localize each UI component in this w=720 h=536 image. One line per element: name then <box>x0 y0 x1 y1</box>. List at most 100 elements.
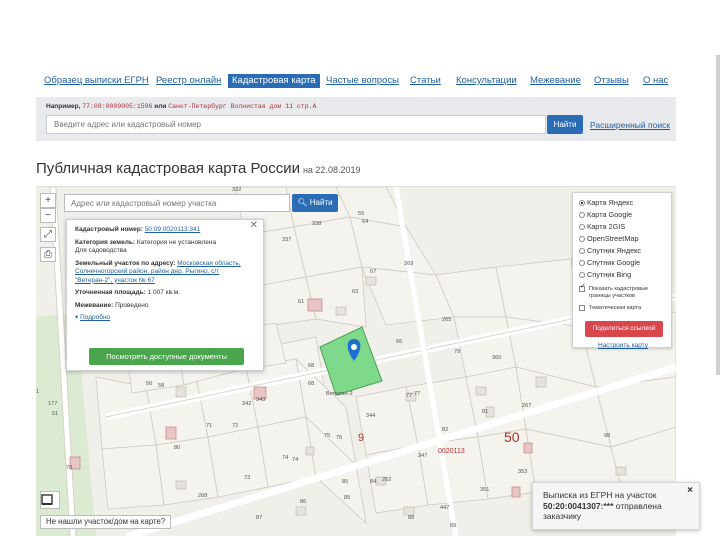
zoom-in-button[interactable]: + <box>40 193 56 208</box>
area-row: Уточненная площадь: 1 007 кв.м. <box>75 289 181 296</box>
svg-text:447: 447 <box>440 505 449 511</box>
svg-text:269: 269 <box>404 261 413 267</box>
svg-text:74: 74 <box>292 457 298 463</box>
svg-text:56: 56 <box>146 381 152 387</box>
svg-text:Ветеран-2: Ветеран-2 <box>326 391 353 397</box>
svg-text:1: 1 <box>36 389 39 395</box>
svg-text:81: 81 <box>482 409 488 415</box>
svg-text:98: 98 <box>604 433 610 439</box>
svg-text:265: 265 <box>442 317 451 323</box>
svg-text:347: 347 <box>418 453 427 459</box>
view-documents-button[interactable]: Посмотреть доступные документы <box>89 348 244 365</box>
show-borders-checkbox[interactable]: Показать кадастровые границы участков <box>579 284 669 299</box>
nav-link-reviews[interactable]: Отзывы <box>594 74 629 88</box>
svg-text:342: 342 <box>242 401 251 407</box>
svg-text:89: 89 <box>450 523 456 529</box>
thematic-map-checkbox[interactable]: Тематическая карта <box>579 305 669 314</box>
svg-text:72: 72 <box>232 423 238 429</box>
radio-icon <box>579 212 585 218</box>
top-nav: Образец выписки ЕГРН Реестр онлайн Кадас… <box>36 74 676 94</box>
nav-link-surveying[interactable]: Межевание <box>530 74 581 88</box>
zoom-out-button[interactable]: − <box>40 208 56 223</box>
nav-link-faq[interactable]: Частые вопросы <box>326 74 399 88</box>
svg-text:64: 64 <box>362 219 368 225</box>
parcel-info-popup: ✕ Кадастровый номер: 50:09:0020113:341 К… <box>66 219 264 371</box>
svg-text:55: 55 <box>358 211 364 217</box>
layer-option-osm[interactable]: OpenStreetMap <box>579 234 639 243</box>
svg-text:351: 351 <box>480 487 489 493</box>
svg-text:0020113: 0020113 <box>438 448 465 455</box>
page-scrollbar[interactable] <box>716 55 720 375</box>
svg-text:58: 58 <box>158 383 164 389</box>
layer-option-bing-satellite[interactable]: Спутник Bing <box>579 270 631 279</box>
setup-map-link[interactable]: Настроить карту <box>598 342 648 349</box>
order-toast: × Выписка из ЕГРН на участок 50:20:00413… <box>532 482 700 530</box>
nav-link-registry[interactable]: Реестр онлайн <box>156 74 221 88</box>
layer-option-yandex-satellite[interactable]: Спутник Яндекс <box>579 246 641 255</box>
print-icon[interactable]: ⎙ <box>40 247 56 262</box>
svg-text:67: 67 <box>370 269 376 275</box>
svg-text:338: 338 <box>312 221 321 227</box>
nav-link-cadastral-map[interactable]: Кадастровая карта <box>228 74 320 88</box>
svg-text:84: 84 <box>370 479 376 485</box>
svg-text:80: 80 <box>174 445 180 451</box>
close-icon[interactable]: × <box>687 485 693 497</box>
book-icon[interactable] <box>40 491 60 509</box>
address-search-input[interactable] <box>46 115 546 134</box>
svg-text:267: 267 <box>522 403 531 409</box>
map-date: на 22.08.2019 <box>302 165 361 175</box>
map-search-button[interactable]: 🔍︎ Найти <box>292 194 338 212</box>
layer-option-2gis[interactable]: Карта 2GIS <box>579 222 625 231</box>
svg-text:75: 75 <box>336 435 342 441</box>
svg-text:68: 68 <box>308 363 314 369</box>
radio-icon <box>579 236 585 242</box>
svg-text:332: 332 <box>232 187 241 193</box>
nav-link-sample[interactable]: Образец выписки ЕГРН <box>44 74 149 88</box>
svg-text:262: 262 <box>382 477 391 483</box>
svg-text:70: 70 <box>66 465 72 471</box>
svg-text:74: 74 <box>282 455 288 461</box>
details-link[interactable]: Подробно <box>80 314 110 321</box>
nav-link-consultations[interactable]: Консультации <box>456 74 517 88</box>
svg-text:353: 353 <box>518 469 527 475</box>
survey-row: Межевание: Проведено <box>75 301 149 309</box>
cadastral-number-link[interactable]: 50:09:0020113:341 <box>145 226 201 233</box>
svg-text:82: 82 <box>442 427 448 433</box>
layer-option-google-map[interactable]: Карта Google <box>579 210 632 219</box>
triangle-down-icon: ▾ <box>75 314 79 321</box>
search-example: Например, 77:08:0009005:1596 или Санкт-П… <box>46 103 317 110</box>
map-search-input[interactable] <box>64 194 290 212</box>
search-panel: Например, 77:08:0009005:1596 или Санкт-П… <box>36 97 676 141</box>
svg-text:71: 71 <box>206 423 212 429</box>
checkbox-checked-icon <box>579 284 586 292</box>
fullscreen-icon[interactable]: ⤢ <box>40 227 56 242</box>
svg-text:75: 75 <box>324 433 330 439</box>
radio-icon <box>579 260 585 266</box>
advanced-search-link[interactable]: Расширенный поиск <box>590 120 670 130</box>
svg-text:343: 343 <box>256 397 265 403</box>
svg-text:77: 77 <box>414 391 420 397</box>
svg-text:63: 63 <box>352 289 358 295</box>
search-button[interactable]: Найти <box>547 115 583 134</box>
svg-text:337: 337 <box>282 237 291 243</box>
svg-text:88: 88 <box>408 515 414 521</box>
svg-text:85: 85 <box>344 495 350 501</box>
svg-text:9: 9 <box>358 432 364 444</box>
nav-link-about[interactable]: О нас <box>643 74 668 88</box>
svg-text:77: 77 <box>406 393 412 399</box>
svg-text:177: 177 <box>48 401 57 407</box>
svg-text:66: 66 <box>396 339 402 345</box>
share-link-button[interactable]: Поделиться ссылкой <box>585 321 663 337</box>
nav-link-articles[interactable]: Статьи <box>410 74 441 88</box>
svg-text:50: 50 <box>504 429 520 445</box>
layer-option-google-satellite[interactable]: Спутник Google <box>579 258 640 267</box>
svg-text:86: 86 <box>300 499 306 505</box>
svg-text:344: 344 <box>366 413 375 419</box>
svg-text:61: 61 <box>298 299 304 305</box>
layer-option-yandex-map[interactable]: Карта Яндекс <box>579 198 633 207</box>
checkbox-icon <box>579 305 585 311</box>
svg-text:51: 51 <box>52 411 58 417</box>
radio-icon <box>579 272 585 278</box>
close-icon[interactable]: ✕ <box>250 221 258 231</box>
not-found-link[interactable]: Не нашли участок/дом на карте? <box>40 515 172 529</box>
